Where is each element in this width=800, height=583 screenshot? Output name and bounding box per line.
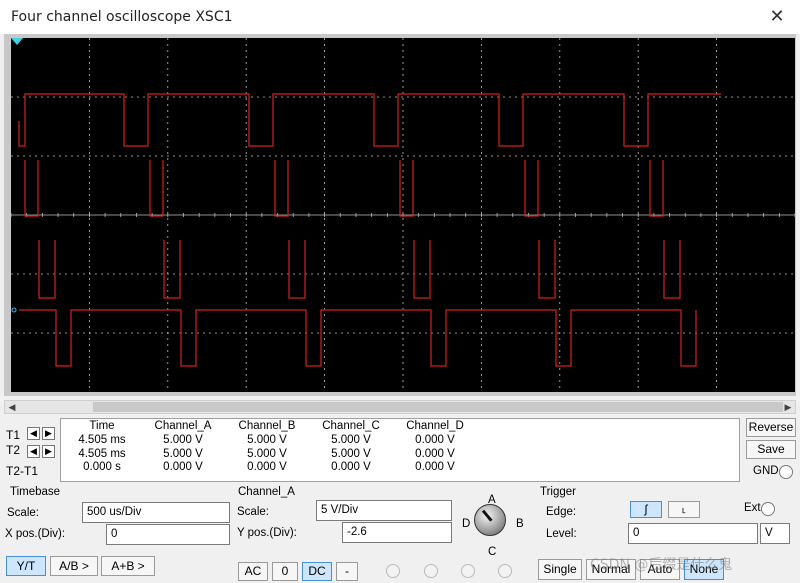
level-field[interactable]: 0 [628, 523, 758, 544]
trace-channel-c [38, 240, 681, 299]
waveform-traces [11, 93, 721, 367]
watermark: CSDN @后缀是什么鬼 [590, 557, 733, 573]
cell-t2: 5.000 V [247, 447, 287, 460]
trigger-single-button[interactable]: Single [538, 559, 582, 580]
cell-t2-t1: 0.000 V [247, 461, 287, 473]
column-header: Time [89, 420, 115, 432]
cell-t2: 4.505 ms [78, 447, 126, 460]
horizontal-scrollbar[interactable]: ◀ ▶ [4, 400, 796, 414]
channel-scale-label: Scale: [237, 506, 269, 518]
cursor-controls: T1 ◀ ▶ T2 ◀ ▶ T2-T1 [3, 418, 59, 480]
edge-falling-button[interactable]: ˪ [668, 501, 700, 518]
cell-t2: 5.000 V [331, 447, 371, 460]
column-channel-c: Channel_C 5.000 V 5.000 V 0.000 V [311, 419, 391, 475]
timebase-scale-label: Scale: [7, 507, 39, 519]
cell-t1: 5.000 V [331, 434, 371, 446]
channel-radio-2[interactable] [424, 564, 438, 578]
mode-a-plus-b-button[interactable]: A+B > [101, 556, 155, 576]
column-header: Channel_B [238, 420, 296, 432]
ypos-label: Y pos.(Div): [237, 527, 297, 539]
timebase-scale-field[interactable]: 500 us/Div [82, 502, 230, 523]
trigger-group-label: Trigger [540, 486, 576, 498]
t2-right-icon[interactable]: ▶ [42, 445, 55, 458]
t2-t1-label: T2-T1 [6, 464, 39, 478]
edge-label: Edge: [546, 506, 577, 518]
channel-group-label: Channel_A [238, 486, 295, 498]
cell-t2-t1: 0.000 V [163, 461, 203, 473]
channel-radio-4[interactable] [498, 564, 512, 578]
trace-channel-b [24, 160, 664, 217]
coupling-ac-button[interactable]: AC [238, 562, 268, 581]
ext-label: Ext [744, 502, 761, 514]
column-channel-b: Channel_B 5.000 V 5.000 V 0.000 V [227, 419, 307, 475]
scope-frame [4, 34, 796, 396]
scroll-left-icon[interactable]: ◀ [5, 401, 19, 413]
column-header: Channel_D [406, 420, 464, 432]
t2-left-icon[interactable]: ◀ [27, 445, 40, 458]
mode-ab-button[interactable]: A/B > [50, 556, 98, 576]
scrollbar-thumb[interactable] [93, 402, 783, 412]
channel-scale-field[interactable]: 5 V/Div [316, 500, 452, 521]
xpos-label: X pos.(Div): [5, 528, 66, 540]
t1-right-icon[interactable]: ▶ [42, 427, 55, 440]
coupling-dc-button[interactable]: DC [302, 562, 332, 581]
channel-select-knob-icon[interactable] [474, 504, 506, 536]
trace-channel-a [18, 93, 721, 147]
cell-t2-t1: 0.000 V [415, 461, 455, 473]
readout-table: Time 4.505 ms 4.505 ms 0.000 s Channel_A… [60, 418, 740, 482]
ext-radio[interactable] [761, 502, 775, 516]
cell-t1: 5.000 V [163, 434, 203, 446]
knob-pointer [481, 509, 493, 522]
trace-channel-d [19, 309, 697, 367]
cell-t2: 5.000 V [163, 447, 203, 460]
knob-label-c: C [488, 546, 497, 558]
t1-label: T1 [6, 428, 21, 442]
cell-t1: 0.000 V [415, 434, 455, 446]
channel-radio-3[interactable] [461, 564, 475, 578]
gnd-radio[interactable] [779, 465, 793, 479]
cell-t2-t1: 0.000 s [83, 461, 121, 473]
save-button[interactable]: Save [746, 440, 796, 459]
edge-rising-button[interactable]: ʃ [630, 501, 662, 518]
scroll-right-icon[interactable]: ▶ [781, 401, 795, 413]
t2-label: T2 [6, 443, 21, 457]
ypos-field[interactable]: -2.6 [342, 522, 452, 543]
title-bar: Four channel oscilloscope XSC1 ✕ [0, 0, 800, 34]
timebase-group-label: Timebase [10, 486, 61, 498]
cell-t1: 4.505 ms [78, 434, 126, 446]
cell-t1: 5.000 V [247, 434, 287, 446]
oscilloscope-screen [11, 38, 795, 392]
xpos-field[interactable]: 0 [106, 524, 230, 545]
cell-t2: 0.000 V [415, 447, 455, 460]
column-header: Channel_A [154, 420, 212, 432]
channel-radio-1[interactable] [386, 564, 400, 578]
reverse-button[interactable]: Reverse [746, 418, 796, 437]
gnd-label: GND [753, 465, 779, 477]
column-header: Channel_C [322, 420, 380, 432]
level-label: Level: [546, 528, 577, 540]
column-time: Time 4.505 ms 4.505 ms 0.000 s [61, 419, 143, 475]
level-unit: V [760, 523, 790, 544]
t1-left-icon[interactable]: ◀ [27, 427, 40, 440]
mode-yt-button[interactable]: Y/T [6, 556, 46, 576]
window-title: Four channel oscilloscope XSC1 [11, 9, 233, 25]
coupling-invert-button[interactable]: - [336, 562, 358, 581]
column-channel-d: Channel_D 0.000 V 0.000 V 0.000 V [395, 419, 475, 475]
channel-marker-icon [11, 307, 17, 313]
trigger-marker-icon[interactable] [11, 38, 23, 46]
cell-t2-t1: 0.000 V [331, 461, 371, 473]
column-channel-a: Channel_A 5.000 V 5.000 V 0.000 V [143, 419, 223, 475]
knob-label-b: B [516, 518, 524, 530]
close-button[interactable]: ✕ [754, 0, 800, 34]
knob-label-d: D [462, 518, 471, 530]
coupling-zero-button[interactable]: 0 [272, 562, 298, 581]
